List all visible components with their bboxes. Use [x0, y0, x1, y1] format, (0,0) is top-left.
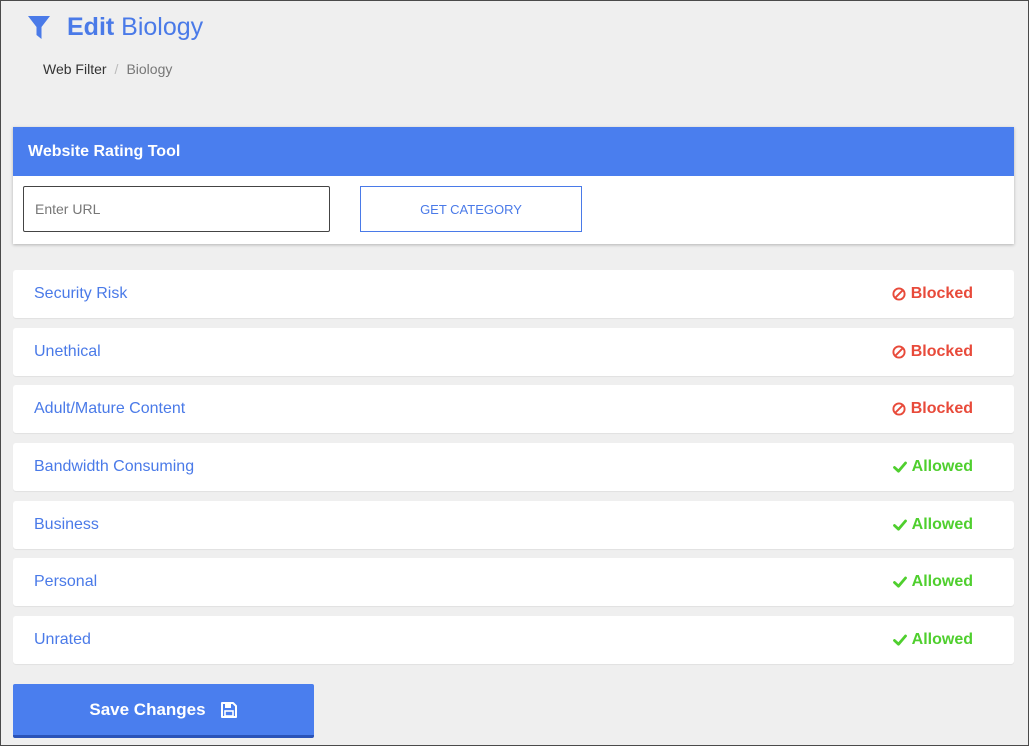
save-changes-label: Save Changes: [89, 699, 206, 719]
category-status-allowed[interactable]: Allowed: [892, 443, 973, 491]
category-status-label: Blocked: [910, 343, 973, 360]
breadcrumb: Web Filter / Biology: [43, 61, 172, 77]
category-name[interactable]: Personal: [34, 558, 97, 606]
category-name[interactable]: Unrated: [34, 616, 91, 664]
check-icon: [892, 576, 907, 588]
category-row[interactable]: Bandwidth Consuming Allowed: [13, 443, 1014, 491]
blocked-icon: [892, 287, 906, 301]
category-name[interactable]: Adult/Mature Content: [34, 385, 185, 433]
check-icon: [892, 461, 907, 473]
category-status-label: Allowed: [911, 516, 973, 533]
check-icon: [892, 634, 907, 646]
category-status-blocked[interactable]: Blocked: [892, 328, 973, 376]
breadcrumb-separator: /: [114, 61, 119, 77]
check-icon: [892, 519, 907, 531]
category-row[interactable]: Adult/Mature Content Blocked: [13, 385, 1014, 433]
category-row[interactable]: Personal Allowed: [13, 558, 1014, 606]
filter-icon: [28, 15, 50, 39]
breadcrumb-item-web-filter[interactable]: Web Filter: [43, 61, 107, 77]
page-title-action: Edit: [67, 13, 115, 41]
category-name[interactable]: Unethical: [34, 328, 101, 376]
url-input[interactable]: [23, 186, 330, 232]
page-title: Edit Biology: [67, 13, 203, 42]
blocked-icon: [892, 345, 906, 359]
category-row[interactable]: Unrated Allowed: [13, 616, 1014, 664]
category-status-label: Allowed: [911, 458, 973, 475]
category-name[interactable]: Bandwidth Consuming: [34, 443, 194, 491]
category-status-label: Blocked: [910, 400, 973, 417]
category-status-blocked[interactable]: Blocked: [892, 385, 973, 433]
category-row[interactable]: Business Allowed: [13, 501, 1014, 549]
category-status-label: Allowed: [911, 573, 973, 590]
category-name[interactable]: Business: [34, 501, 99, 549]
page-title-name: Biology: [121, 13, 204, 41]
save-changes-button[interactable]: Save Changes: [13, 684, 314, 738]
category-status-allowed[interactable]: Allowed: [892, 501, 973, 549]
category-status-label: Blocked: [910, 285, 973, 302]
category-status-allowed[interactable]: Allowed: [892, 616, 973, 664]
get-category-button[interactable]: GET CATEGORY: [360, 186, 582, 232]
page-header: Edit Biology: [27, 13, 203, 42]
floppy-disk-icon: [220, 701, 237, 718]
category-status-label: Allowed: [911, 631, 973, 648]
website-rating-tool: Website Rating Tool GET CATEGORY: [13, 127, 1014, 244]
blocked-icon: [892, 402, 906, 416]
category-status-blocked[interactable]: Blocked: [892, 270, 973, 318]
category-row[interactable]: Security Risk Blocked: [13, 270, 1014, 318]
breadcrumb-item-current: Biology: [126, 61, 173, 77]
rating-tool-title: Website Rating Tool: [13, 127, 1014, 176]
category-status-allowed[interactable]: Allowed: [892, 558, 973, 606]
category-name[interactable]: Security Risk: [34, 270, 127, 318]
category-row[interactable]: Unethical Blocked: [13, 328, 1014, 376]
